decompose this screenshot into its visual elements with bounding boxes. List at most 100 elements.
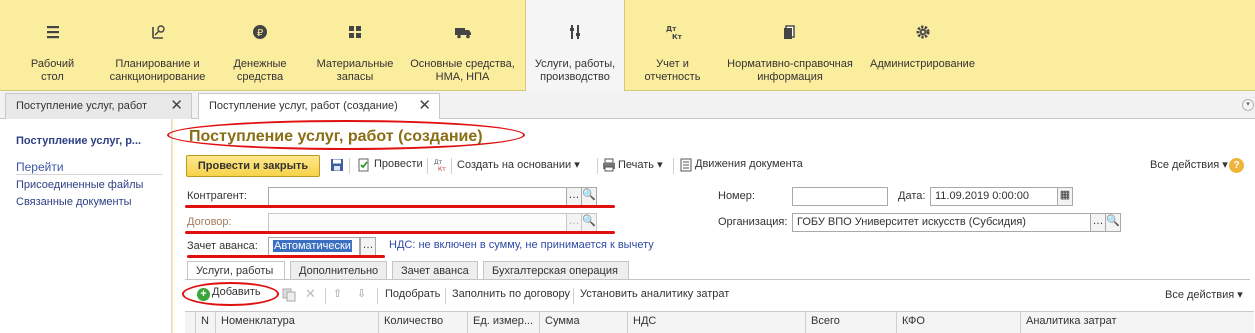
post-document-icon <box>358 158 369 172</box>
document-form: Поступление услуг, работ (создание) Пров… <box>167 119 1255 333</box>
table-all-actions-label: Все действия <box>1165 289 1235 301</box>
divider <box>16 174 162 175</box>
red-annotation-oval <box>182 282 279 306</box>
section-label: Услуги, работы, производство <box>534 58 616 83</box>
section-admin[interactable]: Администрирование <box>860 0 985 91</box>
chevron-down-icon: ▾ <box>1237 289 1243 301</box>
create-based-on-label: Создать на основании <box>457 159 572 171</box>
print-menu[interactable]: Печать ▾ <box>618 158 663 171</box>
section-planning[interactable]: Планирование и санкционирование <box>105 0 210 91</box>
toolbar-divider <box>349 158 350 174</box>
section-inventory[interactable]: Материальные запасы <box>310 0 400 91</box>
post-and-close-button[interactable]: Провести и закрыть <box>186 155 320 177</box>
section-reference[interactable]: Нормативно-справочная информация <box>720 0 860 91</box>
organization-label: Организация: <box>718 216 788 228</box>
column-header-kfo[interactable]: КФО <box>896 312 1020 333</box>
toolbar-divider <box>673 158 674 174</box>
tabs-divider <box>185 279 1250 280</box>
move-up-icon[interactable]: ⇧ <box>333 287 342 300</box>
section-money[interactable]: ₽ Денежные средства <box>210 0 310 91</box>
sections-panel: Рабочий стол Планирование и санкциониров… <box>0 0 1255 92</box>
help-button[interactable]: ? <box>1229 158 1244 173</box>
column-header-nomenclature[interactable]: Номенклатура <box>215 312 378 333</box>
column-header-total[interactable]: Всего <box>805 312 896 333</box>
section-label: Денежные средства <box>233 58 287 83</box>
select-button[interactable]: … <box>1090 213 1106 232</box>
close-icon[interactable]: ✕ <box>418 98 431 114</box>
select-button[interactable]: … <box>360 237 376 256</box>
all-actions-menu[interactable]: Все действия ▾ <box>1150 158 1228 171</box>
tab-services-works[interactable]: Услуги, работы <box>187 261 285 280</box>
planning-icon <box>151 25 165 39</box>
section-label: Учет и отчетность <box>644 58 701 83</box>
section-label: Планирование и санкционирование <box>109 58 206 83</box>
column-header-cost-analytics[interactable]: Аналитика затрат <box>1020 312 1254 333</box>
gear-icon <box>916 25 929 39</box>
section-label: Материальные запасы <box>316 58 394 83</box>
red-annotation-oval <box>167 120 525 150</box>
svg-text:₽: ₽ <box>257 28 264 39</box>
contract-field[interactable] <box>268 213 567 232</box>
save-icon[interactable] <box>330 158 344 172</box>
section-accounting[interactable]: Дт Кт Учет и отчетность <box>625 0 720 91</box>
toolbar-divider <box>427 158 428 174</box>
nav-goto-heading: Перейти <box>16 160 64 174</box>
number-label: Номер: <box>718 190 755 202</box>
section-label: Администрирование <box>870 58 975 70</box>
search-icon[interactable]: 🔍 <box>1105 213 1121 232</box>
create-based-on-menu[interactable]: Создать на основании ▾ <box>457 158 580 171</box>
select-button[interactable]: … <box>566 187 582 206</box>
section-desktop[interactable]: Рабочий стол <box>0 0 105 91</box>
chevron-down-icon[interactable]: ▾ <box>1242 99 1254 111</box>
post-button[interactable]: Провести <box>374 158 423 170</box>
calendar-icon[interactable]: ▦ <box>1057 187 1073 206</box>
close-icon[interactable]: ✕ <box>170 98 183 114</box>
select-items-button[interactable]: Подобрать <box>385 288 440 300</box>
document-movements-button[interactable]: Движения документа <box>695 158 803 170</box>
window-tab-receipt[interactable]: Поступление услуг, работ ✕ <box>5 93 192 119</box>
number-field[interactable] <box>792 187 888 206</box>
organization-field[interactable]: ГОБУ ВПО Университет искусств (Субсидия) <box>792 213 1091 232</box>
nav-current-item[interactable]: Поступление услуг, р... <box>16 135 141 147</box>
services-table-header: N Номенклатура Количество Ед. измер... С… <box>195 311 1254 333</box>
chevron-down-icon: ▾ <box>574 159 580 171</box>
svg-text:Дт: Дт <box>434 159 443 166</box>
select-button[interactable]: … <box>566 213 582 232</box>
print-label: Печать <box>618 159 655 171</box>
section-services[interactable]: Услуги, работы, производство <box>525 0 625 92</box>
date-field[interactable]: 11.09.2019 0:00:00 <box>930 187 1058 206</box>
dt-kt-icon: ДтКт <box>666 25 682 40</box>
tab-accounting-operation[interactable]: Бухгалтерская операция <box>483 261 629 279</box>
print-icon <box>603 158 615 172</box>
column-header-unit[interactable]: Ед. измер... <box>467 312 539 333</box>
tab-additional[interactable]: Дополнительно <box>290 261 387 279</box>
column-header-sum[interactable]: Сумма <box>539 312 627 333</box>
move-down-icon[interactable]: ⇩ <box>357 287 366 300</box>
nav-link-related-documents[interactable]: Связанные документы <box>16 196 132 208</box>
svg-text:Кт: Кт <box>672 33 682 40</box>
counterparty-field[interactable] <box>268 187 567 206</box>
search-icon[interactable]: 🔍 <box>581 213 597 232</box>
ruble-icon: ₽ <box>253 25 267 39</box>
section-label: Рабочий стол <box>30 58 75 83</box>
set-cost-analytics-button[interactable]: Установить аналитику затрат <box>580 288 729 300</box>
search-icon[interactable]: 🔍 <box>581 187 597 206</box>
advance-offset-field[interactable]: Автоматически <box>268 237 360 256</box>
toolbar-divider <box>325 288 326 304</box>
window-tab-receipt-create[interactable]: Поступление услуг, работ (создание) ✕ <box>198 93 440 120</box>
column-header-quantity[interactable]: Количество <box>378 312 467 333</box>
copy-icon[interactable] <box>282 288 296 302</box>
advance-offset-value: Автоматически <box>273 240 352 252</box>
delete-icon[interactable]: ✕ <box>305 286 316 302</box>
toolbar-divider <box>445 288 446 304</box>
tab-advance-offset[interactable]: Зачет аванса <box>392 261 478 279</box>
vat-link[interactable]: НДС: не включен в сумму, не принимается … <box>389 239 654 251</box>
red-annotation-line <box>187 255 385 258</box>
table-all-actions-menu[interactable]: Все действия ▾ <box>1165 288 1243 301</box>
section-fixed-assets[interactable]: Основные средства, НМА, НПА <box>400 0 525 91</box>
dt-kt-icon[interactable]: ДтКт <box>433 158 447 172</box>
column-header-n[interactable]: N <box>195 312 215 333</box>
nav-link-attached-files[interactable]: Присоединенные файлы <box>16 179 143 191</box>
fill-by-contract-button[interactable]: Заполнить по договору <box>452 288 570 300</box>
column-header-vat[interactable]: НДС <box>627 312 805 333</box>
